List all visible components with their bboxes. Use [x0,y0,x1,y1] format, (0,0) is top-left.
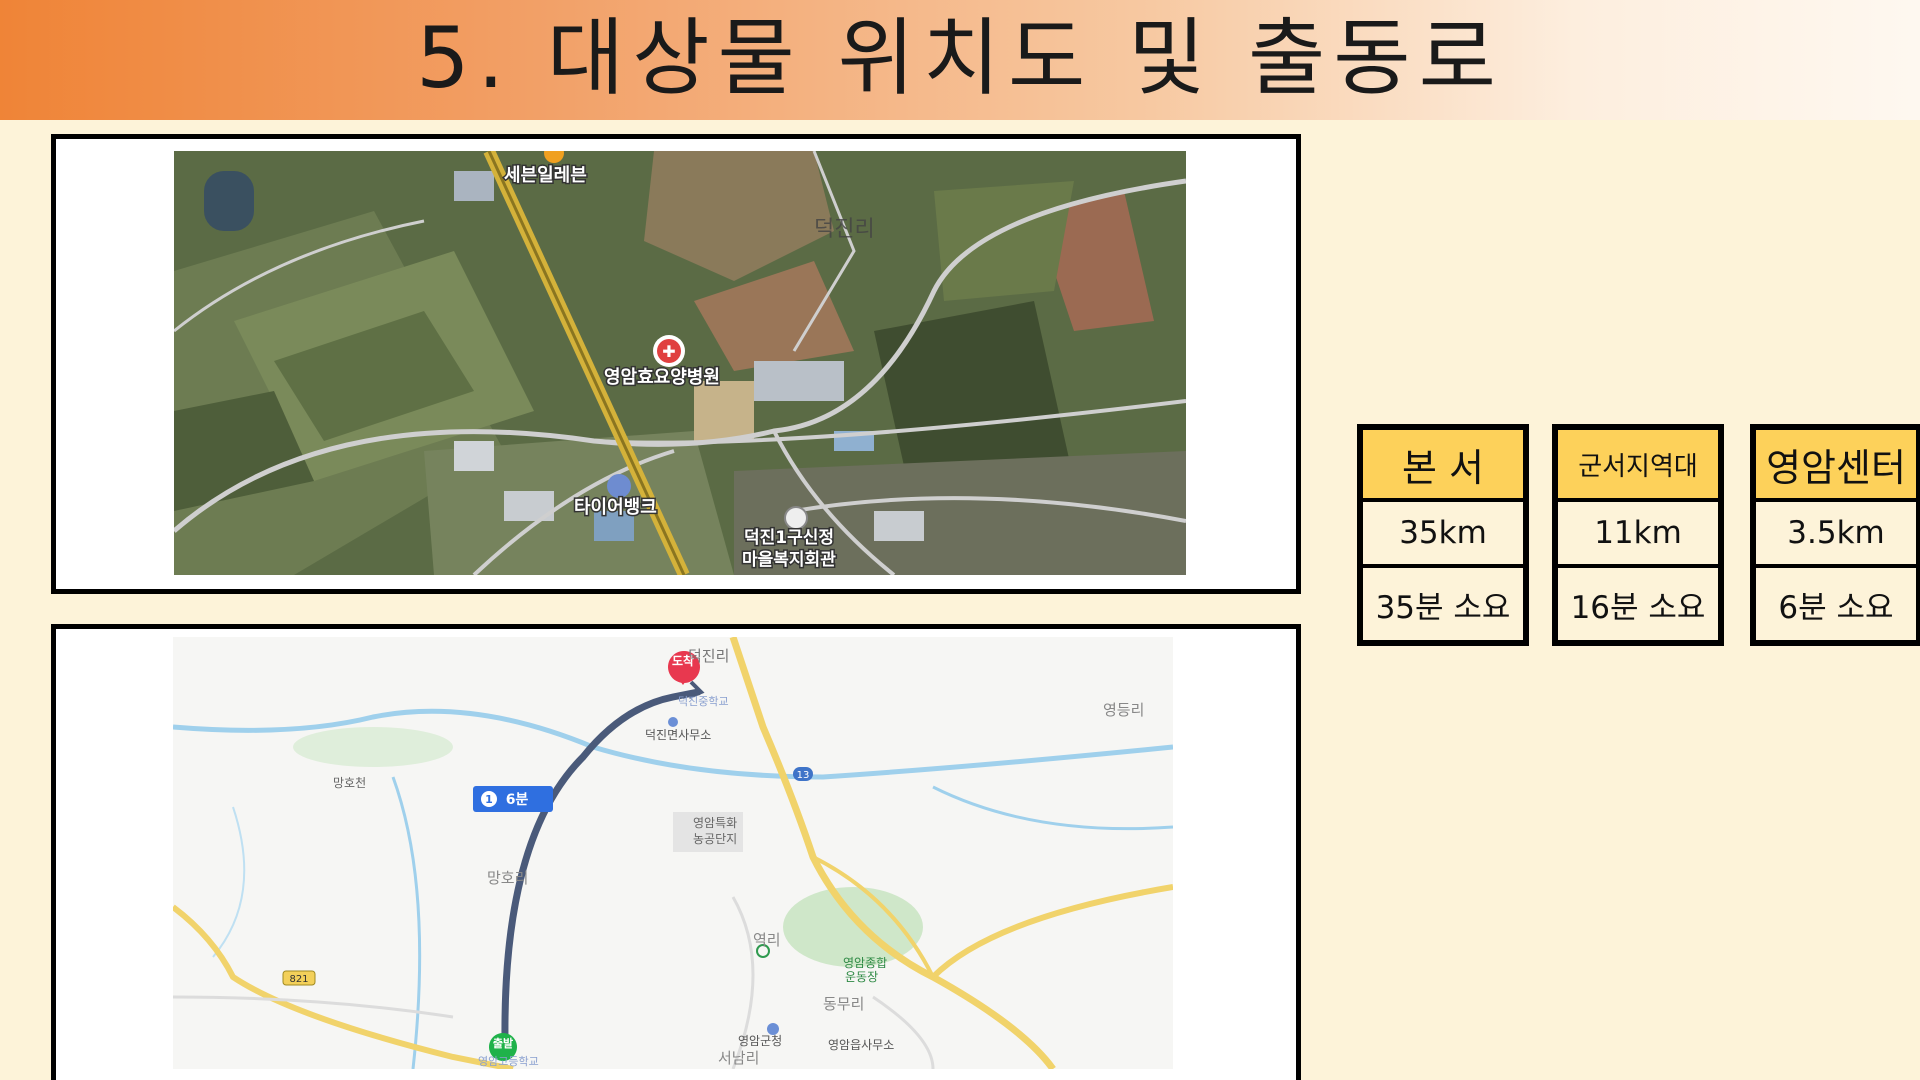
route-map-frame: 13 821 1 6분 도착 출발 덕진리 덕진중학교 덕진면사무소 영등리 망… [51,624,1301,1080]
label-manghoncheon: 망호천 [333,775,366,790]
label-stadium-1: 영암종합 [843,956,887,970]
route-badge-time: 6분 [506,792,529,808]
label-office: 덕진면사무소 [645,728,711,742]
label-high-school: 영암고등학교 [478,1055,539,1068]
label-seonam-ri: 서남리 [718,1049,759,1067]
label-deokjin-ri: 덕진리 [814,217,875,242]
label-seven-eleven: 세븐일레븐 [504,165,587,186]
label-stadium-2: 운동장 [845,970,878,984]
road-13-label: 13 [797,770,810,781]
svg-text:✚: ✚ [662,342,675,361]
label-school-top: 덕진중학교 [678,695,729,708]
label-hospital: 영암효요양병원 [604,367,720,388]
satellite-map-frame: ✚ 세븐일레븐 덕진리 영암효요양병원 타이어뱅크 덕진1구신정 마을복지회관 [51,134,1301,594]
label-dongmu-ri: 동무리 [823,995,864,1013]
satellite-map[interactable]: ✚ 세븐일레븐 덕진리 영암효요양병원 타이어뱅크 덕진1구신정 마을복지회관 [174,151,1186,575]
dispatch-distance: 3.5km [1756,502,1916,564]
dispatch-time: 6분 소요 [1756,568,1916,640]
label-yeok-ri: 역리 [753,931,781,949]
road-821-label: 821 [289,974,308,985]
dispatch-box-main-station: 본 서 35km 35분 소요 [1357,424,1529,646]
dispatch-time: 16분 소요 [1558,568,1718,640]
dispatch-distance: 35km [1363,502,1523,564]
route-map[interactable]: 13 821 1 6분 도착 출발 덕진리 덕진중학교 덕진면사무소 영등리 망… [173,637,1173,1069]
label-yeongdeung-ri: 영등리 [1103,701,1144,719]
label-county-office: 영암군청 [738,1034,782,1048]
dispatch-distance: 11km [1558,502,1718,564]
label-deokjin-ri-route: 덕진리 [688,647,729,665]
dispatch-box-yeongam-center: 영암센터 3.5km 6분 소요 [1750,424,1920,646]
label-tire-bank: 타이어뱅크 [574,497,657,518]
label-mangho-ri: 망호리 [487,869,528,887]
page-title: 5. 대상물 위치도 및 출동로 [416,9,1504,107]
dispatch-name: 영암센터 [1756,430,1916,498]
dispatch-box-gunseo-unit: 군서지역대 11km 16분 소요 [1552,424,1724,646]
dispatch-name: 군서지역대 [1558,430,1718,498]
dispatch-time: 35분 소요 [1363,568,1523,640]
route-badge-number: 1 [485,793,493,806]
label-industrial-2: 농공단지 [693,832,737,846]
departure-pin-label[interactable]: 출발 [493,1036,513,1050]
label-welfare-1: 덕진1구신정 [744,528,834,548]
label-industrial-1: 영암특화 [693,816,737,830]
dispatch-name: 본 서 [1363,430,1523,498]
label-welfare-2: 마을복지회관 [742,550,836,570]
label-eup-office: 영암읍사무소 [828,1038,894,1052]
